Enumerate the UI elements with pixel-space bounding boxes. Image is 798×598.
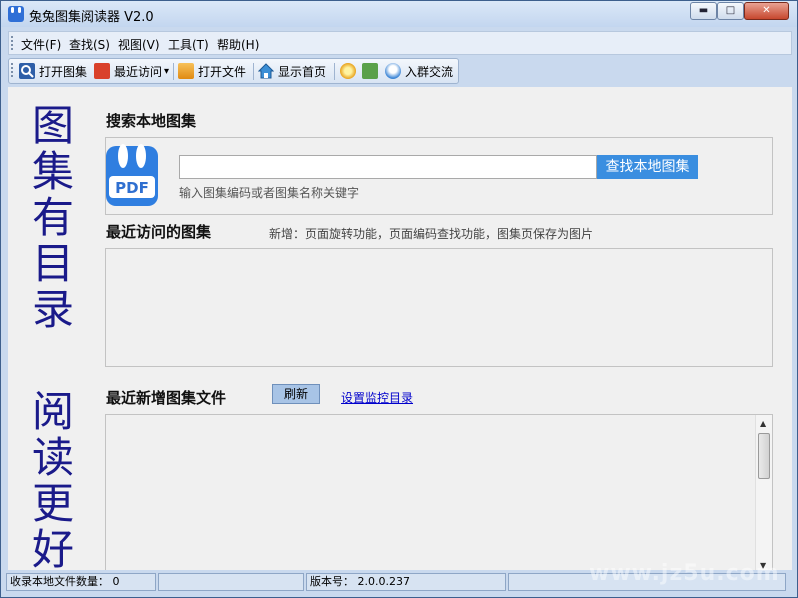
watermark: www.jz5u.com	[589, 561, 780, 586]
slogan-char: 好	[31, 525, 74, 571]
toolbar-separator	[253, 63, 254, 80]
search-hint: 输入图集编码或者图集名称关键字	[179, 186, 360, 200]
app-window: 兔兔图集阅读器 V2.0 ▬ □ ✕ 文件(F) 查找(S) 视图(V) 工具(…	[0, 0, 798, 598]
search-input[interactable]	[179, 155, 597, 179]
qq-penguin-icon	[385, 63, 401, 79]
open-atlas-label: 打开图集	[39, 64, 88, 79]
pdf-rabbit-logo-icon: PDF	[106, 144, 158, 206]
slogan-char: 目	[31, 239, 74, 288]
menu-help[interactable]: 帮助(H)	[217, 36, 259, 53]
recent-book-icon	[94, 63, 110, 79]
toolbar: 打开图集 最近访问 ▾ 打开文件 显示首页 入群交流	[8, 58, 459, 84]
settings-button[interactable]	[340, 62, 360, 80]
menu-view[interactable]: 视图(V)	[118, 36, 160, 53]
home-icon	[257, 63, 275, 79]
slogan-top: 图 集 有 目 录	[28, 103, 78, 333]
news-text: 新增：页面旋转功能，页面编码查找功能，图集页保存为图片	[269, 227, 594, 241]
search-local-button[interactable]: 查找本地图集	[597, 155, 698, 179]
open-file-label: 打开文件	[198, 64, 247, 79]
app-logo-icon	[8, 6, 24, 22]
slogan-char: 更	[31, 479, 74, 528]
recent-section-title: 最近访问的图集	[106, 223, 212, 241]
scroll-thumb[interactable]	[758, 433, 770, 479]
recent-label: 最近访问	[114, 64, 163, 79]
search-panel: PDF 查找本地图集 输入图集编码或者图集名称关键字	[105, 137, 773, 215]
file-count-status: 收录本地文件数量： 0	[6, 573, 156, 591]
menu-find[interactable]: 查找(S)	[69, 36, 110, 53]
slogan-char: 图	[31, 101, 74, 150]
open-atlas-button[interactable]: 打开图集	[19, 62, 87, 80]
toolbar-separator	[334, 63, 335, 80]
refresh-button[interactable]: 刷新	[272, 384, 320, 404]
scroll-up-icon[interactable]: ▲	[760, 419, 766, 428]
minimize-button[interactable]: ▬	[690, 2, 717, 20]
show-home-label: 显示首页	[278, 64, 327, 79]
slogan-char: 有	[31, 193, 74, 242]
window-title: 兔兔图集阅读器 V2.0	[29, 10, 154, 25]
gear-icon	[340, 63, 356, 79]
new-files-list[interactable]: ▲ ▼	[105, 414, 773, 570]
new-files-section-title: 最近新增图集文件	[106, 389, 227, 407]
magnifier-icon	[19, 63, 35, 79]
chevron-down-icon: ▾	[164, 65, 170, 77]
slogan-char: 读	[31, 433, 74, 482]
slogan-char: 集	[31, 147, 74, 196]
version-status: 版本号： 2.0.0.237	[306, 573, 506, 591]
recent-list[interactable]	[105, 248, 773, 367]
join-group-button[interactable]: 入群交流	[385, 62, 453, 80]
menu-file[interactable]: 文件(F)	[21, 36, 61, 53]
recent-button[interactable]: 最近访问 ▾	[94, 62, 169, 80]
show-home-button[interactable]: 显示首页	[257, 62, 327, 80]
set-monitor-dir-link[interactable]: 设置监控目录	[341, 389, 413, 406]
open-file-button[interactable]: 打开文件	[178, 62, 246, 80]
menu-bar: 文件(F) 查找(S) 视图(V) 工具(T) 帮助(H)	[8, 31, 792, 55]
search-section-title: 搜索本地图集	[106, 112, 197, 130]
close-button[interactable]: ✕	[744, 2, 789, 20]
status-cell-empty	[158, 573, 304, 591]
slogan-char: 阅	[31, 387, 74, 436]
menu-grip-icon[interactable]	[11, 36, 14, 50]
toolbar-grip-icon[interactable]	[11, 63, 14, 77]
vertical-scrollbar[interactable]: ▲ ▼	[755, 415, 772, 570]
toolbar-separator	[173, 63, 174, 80]
slogan-char: 录	[31, 285, 74, 334]
monitor-check-icon	[362, 63, 378, 79]
maximize-button[interactable]: □	[717, 2, 744, 20]
join-group-label: 入群交流	[405, 64, 454, 79]
folder-icon	[178, 63, 194, 79]
slogan-bottom: 阅 读 更 好	[28, 387, 78, 571]
title-bar[interactable]: 兔兔图集阅读器 V2.0 ▬ □ ✕	[1, 1, 797, 27]
check-button[interactable]	[362, 62, 382, 80]
menu-tools[interactable]: 工具(T)	[168, 36, 209, 53]
main-content: 图 集 有 目 录 阅 读 更 好 搜索本地图集 PDF 查找本地图集 输入图集…	[8, 87, 792, 570]
pdf-logo-text: PDF	[115, 179, 149, 197]
